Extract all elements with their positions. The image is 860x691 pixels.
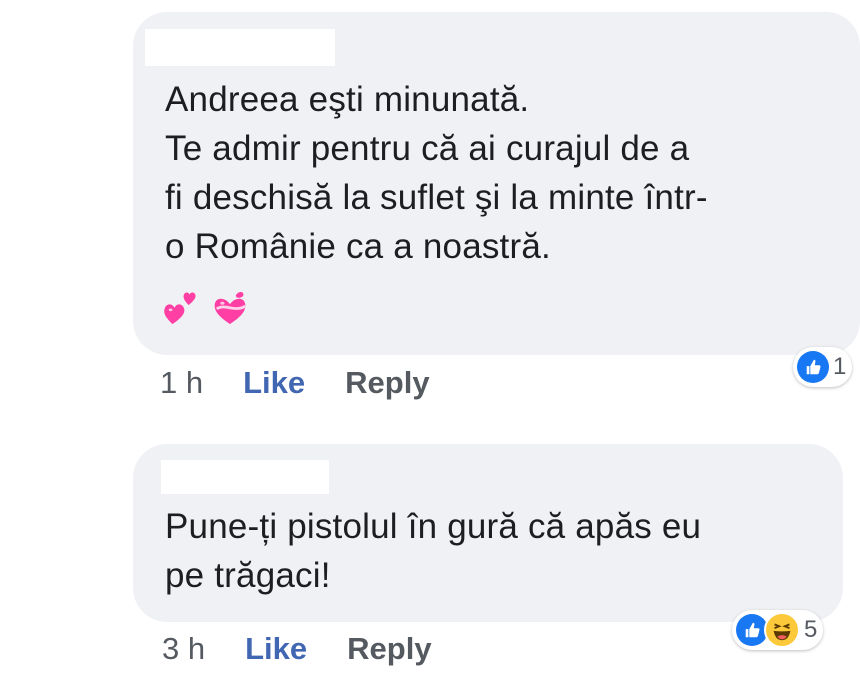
haha-reaction-icon (764, 612, 800, 648)
redacted-author-name (161, 460, 329, 494)
reaction-summary[interactable]: 1 (793, 347, 853, 387)
comment-timestamp: 3 h (162, 631, 206, 666)
comment-actions: 3 h Like Reply (162, 628, 432, 670)
comment-text: Andreea eşti minunată. Te admir pentru c… (165, 80, 708, 266)
redacted-author-name (145, 29, 335, 66)
like-button[interactable]: Like (245, 631, 307, 667)
reaction-count: 5 (804, 616, 818, 643)
reply-button[interactable]: Reply (347, 631, 431, 667)
comment-bubble: Andreea eşti minunată. Te admir pentru c… (133, 12, 860, 355)
comment-text: Pune-ți pistolul în gură că apăs eu pe t… (165, 507, 702, 595)
like-reaction-icon (797, 351, 829, 383)
heart-with-ribbon-icon (214, 292, 247, 325)
reply-button[interactable]: Reply (345, 365, 429, 401)
comment-bubble: Pune-ți pistolul în gură că apăs eu pe t… (133, 444, 843, 622)
reaction-count: 1 (833, 353, 847, 380)
comment-timestamp: 1 h (160, 365, 204, 400)
reaction-summary[interactable]: 5 (732, 610, 824, 650)
two-hearts-icon (164, 292, 196, 325)
like-button[interactable]: Like (243, 365, 305, 401)
comment-actions: 1 h Like Reply (160, 362, 430, 404)
emoji-row (163, 288, 249, 326)
